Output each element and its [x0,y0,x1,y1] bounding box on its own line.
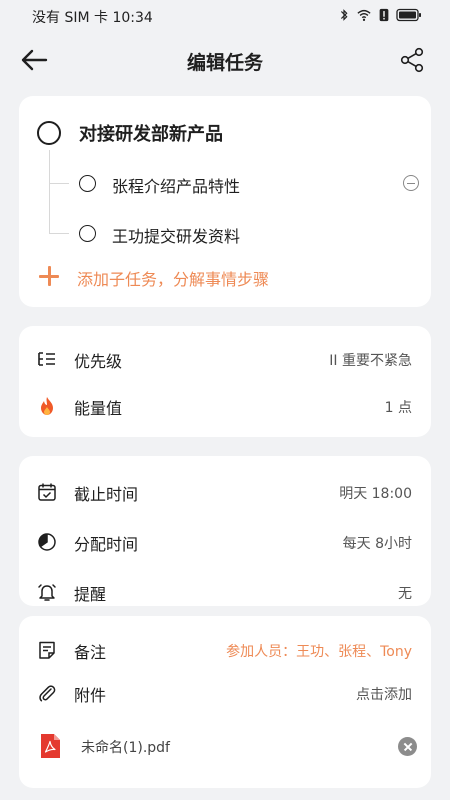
task-complete-checkbox[interactable] [37,121,61,145]
note-icon [39,641,55,659]
priority-list-icon [38,352,55,366]
status-icons [336,8,422,22]
attachment-label: 附件 [74,686,107,705]
bluetooth-icon [340,9,348,21]
energy-value: 1 点 [384,400,412,416]
bell-icon [38,584,56,601]
note-row[interactable]: 备注 参加人员：王功、张程、Tony [19,630,431,670]
subtask-tree-line [49,150,69,234]
top-bar: 编辑任务 [0,40,450,80]
priority-value: II 重要不紧急 [329,353,412,369]
priority-row[interactable]: 优先级 II 重要不紧急 [19,339,431,379]
allocation-label: 分配时间 [74,535,139,554]
wifi-icon [357,9,371,21]
attachment-row[interactable]: 附件 点击添加 [19,673,431,713]
pie-clock-icon [38,533,56,551]
fire-icon [41,397,53,415]
note-value: 参加人员：王功、张程、Tony [226,644,412,660]
add-subtask-button[interactable]: 添加子任务，分解事情步骤 [77,266,269,290]
status-bar: 没有 SIM 卡 10:34 [0,0,450,32]
share-icon[interactable] [398,46,426,74]
deadline-label: 截止时间 [74,485,139,504]
status-left: 没有 SIM 卡 10:34 [32,7,153,27]
subtask-label[interactable]: 王功提交研发资料 [112,223,240,247]
attachment-file-item[interactable]: 未命名(1).pdf [19,728,431,768]
reminder-label: 提醒 [74,585,107,604]
subtask-label[interactable]: 张程介绍产品特性 [112,173,240,197]
priority-card: 优先级 II 重要不紧急 能量值 1 点 [19,326,431,437]
deadline-row[interactable]: 截止时间 明天 18:00 [19,472,431,512]
pdf-file-icon [41,734,60,758]
alert-icon [379,8,389,22]
task-card: 对接研发部新产品 张程介绍产品特性 王功提交研发资料 添加子任务，分解事情步骤 [19,96,431,307]
allocation-value: 每天 8小时 [342,536,412,552]
allocation-row[interactable]: 分配时间 每天 8小时 [19,522,431,562]
note-label: 备注 [74,643,107,662]
reminder-row[interactable]: 提醒 无 [19,572,431,606]
add-attachment-button[interactable]: 点击添加 [356,684,412,704]
paperclip-icon [39,685,56,702]
status-time: 10:34 [112,10,153,26]
subtask-tree-branch [49,183,69,184]
remove-attachment-icon[interactable] [398,737,417,756]
energy-row[interactable]: 能量值 1 点 [19,386,431,426]
carrier-text: 没有 SIM 卡 [32,10,108,26]
battery-icon [396,8,421,22]
subtask-checkbox[interactable] [79,175,96,192]
task-title[interactable]: 对接研发部新产品 [79,120,223,146]
subtask-checkbox[interactable] [79,225,96,242]
energy-label: 能量值 [74,399,123,418]
plus-icon[interactable] [39,266,59,286]
priority-label: 优先级 [74,352,123,371]
calendar-icon [38,483,56,501]
page-title: 编辑任务 [186,52,263,74]
deadline-value: 明天 18:00 [339,486,412,502]
attachment-file-name[interactable]: 未命名(1).pdf [81,737,170,757]
remove-subtask-icon[interactable] [403,175,419,191]
reminder-value: 无 [398,586,412,602]
notes-card: 备注 参加人员：王功、张程、Tony 附件 点击添加 未命名(1).pdf [19,616,431,788]
time-card: 截止时间 明天 18:00 分配时间 每天 8小时 提醒 无 [19,456,431,606]
